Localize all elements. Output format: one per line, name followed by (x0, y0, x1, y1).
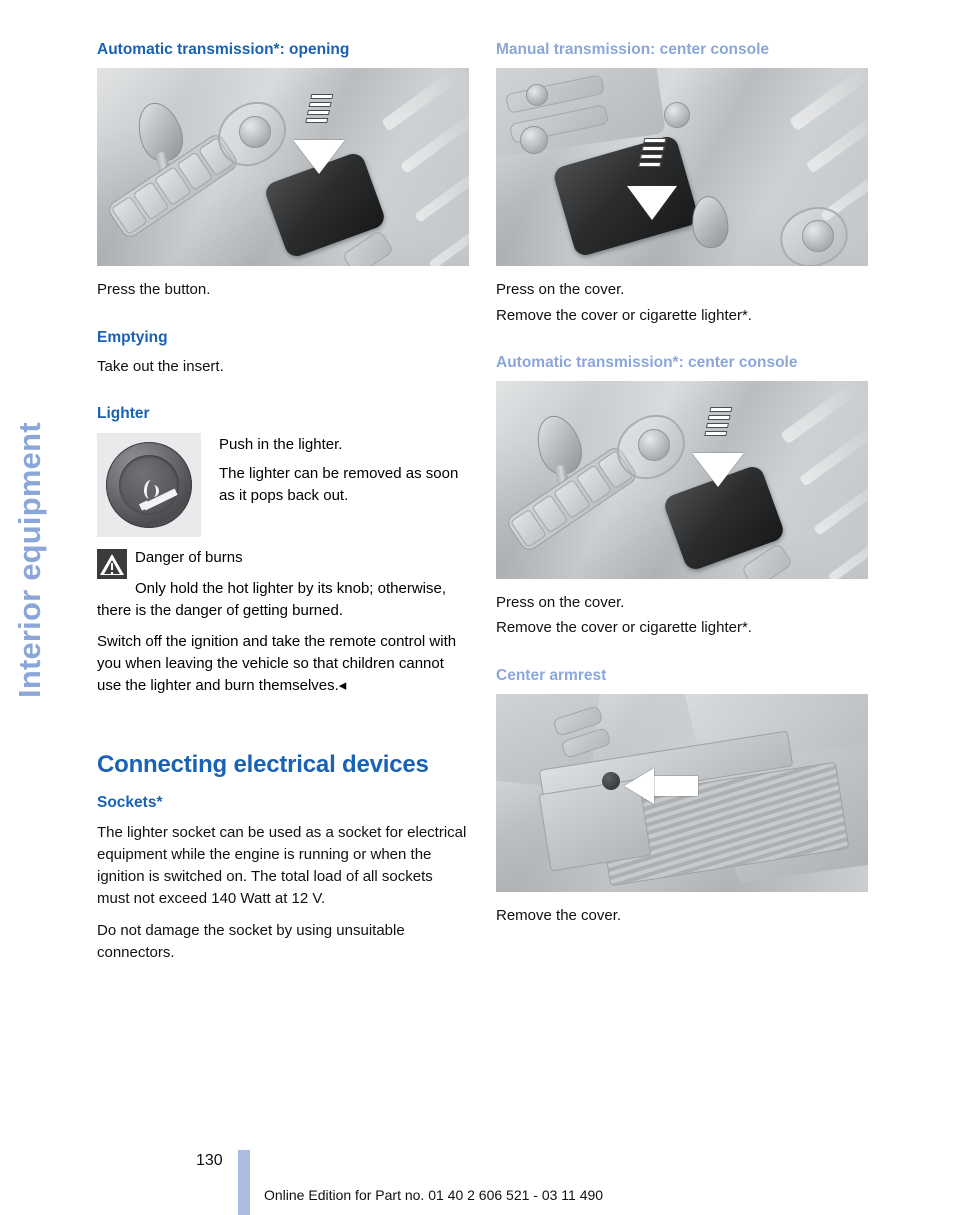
text-emptying-body: Take out the insert. (97, 357, 224, 375)
figure-automatic-transmission-center-console (496, 381, 868, 580)
text-lighter-pops-back-out: The lighter can be removed as soon as it… (219, 465, 459, 504)
remove-arrow-icon (624, 767, 698, 808)
heading-lighter: Lighter (97, 405, 150, 423)
cigarette-icon (130, 478, 186, 514)
idrive-controller (638, 429, 670, 462)
caption-press-on-the-cover-1: Press on the cover. (496, 281, 625, 299)
warning-body: Only hold the hot lighter by its knob; o… (97, 579, 447, 619)
warning-triangle-icon (97, 548, 127, 579)
footer-accent-bar (238, 1150, 250, 1215)
figure-center-armrest (496, 693, 868, 892)
right-column: Manual transmission: center console Pres… (496, 40, 868, 936)
socket-cover (602, 771, 620, 790)
text-push-in-the-lighter: Push in the lighter. (219, 435, 343, 453)
heading-emptying: Emptying (97, 328, 168, 346)
footer-edition-note: Online Edition for Part no. 01 40 2 606 … (264, 1187, 604, 1203)
text-sockets-paragraph-2: Do not damage the socket by using unsuit… (97, 921, 405, 961)
page-number: 130 (196, 1152, 223, 1169)
heading-automatic-transmission-opening: Automatic transmission*: opening (97, 41, 350, 58)
caption-remove-cover-or-lighter-2: Remove the cover or cigarette lighter*. (496, 619, 752, 637)
caption-press-on-the-cover-2: Press on the cover. (496, 594, 625, 612)
lighter-knob-illustration (106, 441, 192, 528)
caption-remove-the-cover: Remove the cover. (496, 906, 622, 924)
chapter-tab: Interior equipment (0, 0, 70, 760)
warning-body-secondary: Switch off the ignition and take the rem… (97, 633, 457, 695)
press-arrow-icon (289, 94, 349, 175)
figure-manual-transmission-center-console (496, 68, 868, 267)
caption-press-the-button: Press the button. (97, 281, 211, 299)
lighter-instructions: Push in the lighter. The lighter can be … (219, 433, 469, 515)
page-title: Connecting electrical devices (97, 750, 429, 778)
heading-manual-transmission-center-console: Manual transmission: center console (496, 41, 770, 58)
smoke-curl (148, 484, 159, 497)
warning-block: Danger of burns Only hold the hot lighte… (97, 547, 469, 698)
warning-title: Danger of burns (135, 548, 243, 566)
press-arrow-icon (624, 138, 680, 221)
page-footer: 130 Online Edition for Part no. 01 40 2 … (0, 1150, 954, 1215)
text-sockets-paragraph-1: The lighter socket can be used as a sock… (97, 823, 467, 908)
figure-automatic-transmission-opening (97, 68, 469, 267)
left-column: Automatic transmission*: opening Press t… (97, 40, 469, 973)
heading-automatic-transmission-center-console: Automatic transmission*: center console (496, 353, 798, 371)
heading-sockets: Sockets* (97, 794, 163, 812)
lighter-figure-row: Push in the lighter. The lighter can be … (97, 432, 469, 537)
heading-center-armrest: Center armrest (496, 666, 607, 684)
chapter-tab-label: Interior equipment (12, 422, 47, 698)
press-arrow-icon (688, 407, 748, 488)
figure-cigarette-lighter (97, 432, 201, 537)
caption-remove-cover-or-lighter-1: Remove the cover or cigarette lighter*. (496, 306, 752, 324)
